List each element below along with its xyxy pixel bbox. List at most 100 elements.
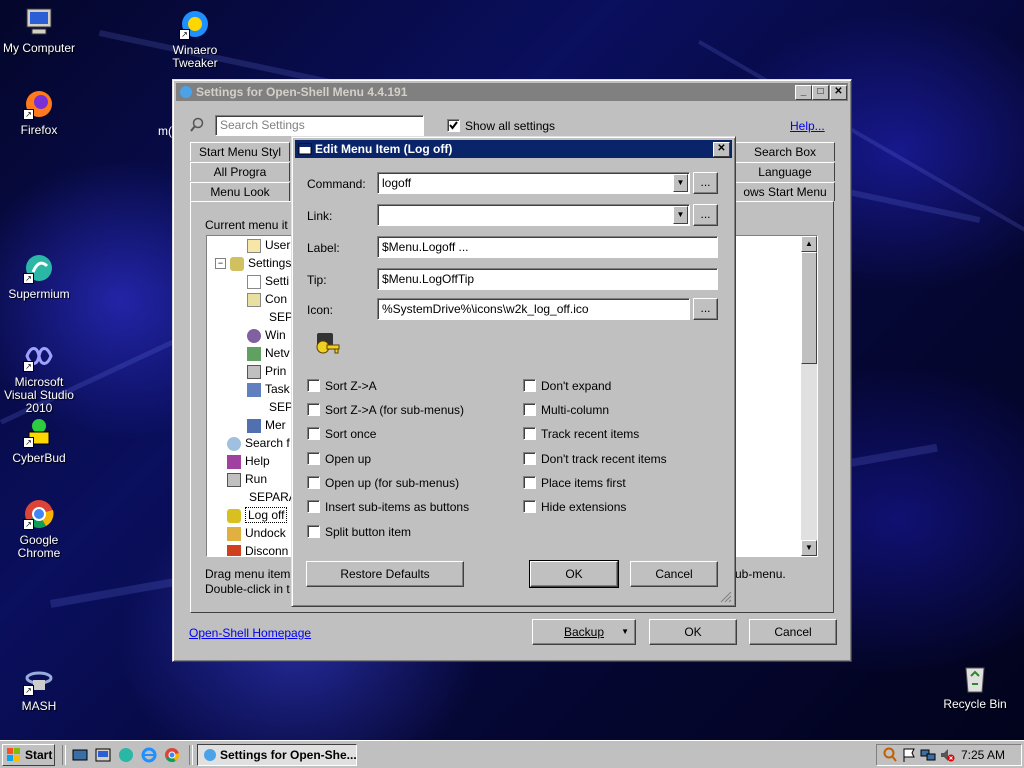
label-label: Label: — [307, 241, 340, 255]
network-icon — [247, 346, 261, 361]
icon-path-input[interactable]: %SystemDrive%\icons\w2k_log_off.ico — [377, 298, 690, 320]
desktop-icon-winaero-tweaker[interactable]: ↗ Winaero Tweaker — [153, 8, 237, 70]
tree-item[interactable]: − Settings — [215, 254, 291, 272]
tip-input[interactable]: $Menu.LogOffTip — [377, 268, 718, 290]
collapse-icon[interactable]: − — [215, 258, 226, 270]
search-settings-input[interactable]: Search Settings — [215, 115, 424, 136]
edit-dialog-title-bar[interactable]: Edit Menu Item (Log off) ✕ — [295, 140, 732, 158]
scroll-down-button[interactable]: ▼ — [801, 540, 817, 556]
tree-item[interactable]: Help — [227, 452, 270, 470]
dropdown-arrow-icon: ▼ — [621, 627, 629, 636]
close-button[interactable]: ✕ — [830, 85, 847, 100]
tree-item[interactable]: Mer — [247, 416, 286, 434]
settings-ok-button[interactable]: OK — [649, 619, 737, 645]
chevron-down-icon[interactable]: ▼ — [673, 174, 688, 192]
edit-menu-item-dialog: Edit Menu Item (Log off) ✕ Command: logo… — [291, 136, 736, 607]
desktop-icon-mash[interactable]: ↗ MASH — [0, 664, 81, 713]
desktop-icon-firefox[interactable]: ↗ Firefox — [0, 88, 81, 137]
tree-item[interactable]: Win — [247, 326, 286, 344]
hint-line-2: Double-click in t — [205, 582, 290, 596]
tree-item[interactable]: SEPARA — [249, 488, 297, 506]
scroll-up-button[interactable]: ▲ — [801, 236, 817, 252]
chevron-down-icon[interactable]: ▼ — [673, 206, 688, 224]
insert-sub-items-checkbox[interactable]: Insert sub-items as buttons — [307, 500, 469, 514]
tree-scrollbar[interactable]: ▲ ▼ — [801, 236, 817, 556]
scroll-thumb[interactable] — [801, 252, 817, 364]
icon-browse-button[interactable]: ... — [693, 298, 718, 320]
desktop-icon-cyberbud[interactable]: ↗ CyberBud — [0, 416, 81, 465]
open-shell-icon — [203, 748, 217, 762]
hide-extensions-checkbox[interactable]: Hide extensions — [523, 500, 626, 514]
label-input[interactable]: $Menu.Logoff ... — [377, 236, 718, 258]
clock[interactable]: 7:25 AM — [961, 745, 1005, 765]
tab-search-box[interactable]: Search Box — [735, 142, 835, 161]
settings-title-bar[interactable]: Settings for Open-Shell Menu 4.4.191 _ □… — [176, 83, 848, 101]
dont-expand-checkbox[interactable]: Don't expand — [523, 379, 611, 393]
multi-column-checkbox[interactable]: Multi-column — [523, 403, 609, 417]
link-browse-button[interactable]: ... — [693, 204, 718, 226]
tree-item[interactable]: Setti — [247, 272, 289, 290]
sort-once-checkbox[interactable]: Sort once — [307, 427, 376, 441]
desktop-icon-recycle-bin[interactable]: Recycle Bin — [933, 662, 1017, 711]
tab-windows-start-menu[interactable]: ows Start Menu — [735, 182, 835, 201]
minimize-button[interactable]: _ — [795, 85, 812, 100]
place-items-first-checkbox[interactable]: Place items first — [523, 476, 626, 490]
tree-item-log-off[interactable]: Log off — [227, 506, 288, 524]
current-menu-items-label: Current menu it — [205, 218, 288, 232]
show-all-settings-checkbox[interactable]: Show all settings — [447, 119, 555, 133]
backup-button[interactable]: Backup ▼ — [532, 619, 636, 645]
task-button-settings[interactable]: Settings for Open-She... — [197, 744, 357, 766]
dont-track-recent-items-checkbox[interactable]: Don't track recent items — [523, 452, 667, 466]
track-recent-items-checkbox[interactable]: Track recent items — [523, 427, 639, 441]
recycle-bin-icon — [959, 662, 991, 694]
tip-label: Tip: — [307, 273, 327, 287]
tree-item[interactable]: User — [247, 236, 290, 254]
internet-explorer-icon[interactable] — [141, 747, 157, 763]
flag-icon[interactable] — [901, 747, 917, 763]
show-desktop-icon[interactable] — [72, 747, 88, 763]
explorer-icon[interactable] — [95, 747, 111, 763]
tab-language[interactable]: Language — [735, 162, 835, 181]
open-up-checkbox[interactable]: Open up — [307, 452, 371, 466]
tab-all-programs[interactable]: All Progra — [190, 162, 290, 181]
desktop-icon-google-chrome[interactable]: ↗ Google Chrome — [0, 498, 81, 560]
tree-item[interactable]: Con — [247, 290, 287, 308]
tree-item[interactable]: Run — [227, 470, 267, 488]
command-combobox[interactable]: logoff ▼ — [377, 172, 690, 194]
tab-start-menu-style[interactable]: Start Menu Styl — [190, 142, 290, 161]
user-icon — [247, 238, 261, 253]
tab-menu-look[interactable]: Menu Look — [190, 182, 290, 201]
dialog-ok-button[interactable]: OK — [529, 560, 619, 588]
open-shell-homepage-link[interactable]: Open-Shell Homepage — [189, 626, 311, 640]
dialog-close-button[interactable]: ✕ — [713, 142, 730, 157]
tree-item[interactable]: Task — [247, 380, 290, 398]
sort-z-a-checkbox[interactable]: Sort Z->A — [307, 379, 377, 393]
volume-muted-icon[interactable] — [939, 747, 955, 763]
desktop-icon-visual-studio[interactable]: ↗ Microsoft Visual Studio 2010 — [0, 340, 81, 415]
tree-item[interactable]: Prin — [247, 362, 286, 380]
hint-line-1-end: ub-menu. — [735, 567, 786, 581]
dialog-cancel-button[interactable]: Cancel — [630, 561, 718, 587]
resize-grip-icon[interactable] — [720, 591, 732, 603]
sort-z-a-submenus-checkbox[interactable]: Sort Z->A (for sub-menus) — [307, 403, 464, 417]
tree-item[interactable]: Disconn — [227, 542, 288, 556]
tree-item[interactable]: Undock — [227, 524, 286, 542]
network-icon[interactable] — [920, 747, 936, 763]
chrome-icon[interactable] — [164, 747, 180, 763]
command-browse-button[interactable]: ... — [693, 172, 718, 194]
help-link[interactable]: Help... — [790, 119, 825, 133]
start-button[interactable]: Start — [2, 744, 55, 766]
tree-item[interactable]: Netv — [247, 344, 290, 362]
split-button-item-checkbox[interactable]: Split button item — [307, 525, 411, 539]
settings-cancel-button[interactable]: Cancel — [749, 619, 837, 645]
restore-defaults-button[interactable]: Restore Defaults — [306, 561, 464, 587]
maximize-button[interactable]: □ — [812, 85, 829, 100]
desktop-icon-my-computer[interactable]: My Computer — [0, 6, 81, 55]
desktop-icon-supermium[interactable]: ↗ Supermium — [0, 252, 81, 301]
windows-logo-icon — [7, 748, 21, 762]
search-icon[interactable] — [882, 747, 898, 763]
link-combobox[interactable]: ▼ — [377, 204, 690, 226]
tree-item[interactable]: Search f — [227, 434, 290, 452]
supermium-icon[interactable] — [118, 747, 134, 763]
open-up-submenus-checkbox[interactable]: Open up (for sub-menus) — [307, 476, 459, 490]
